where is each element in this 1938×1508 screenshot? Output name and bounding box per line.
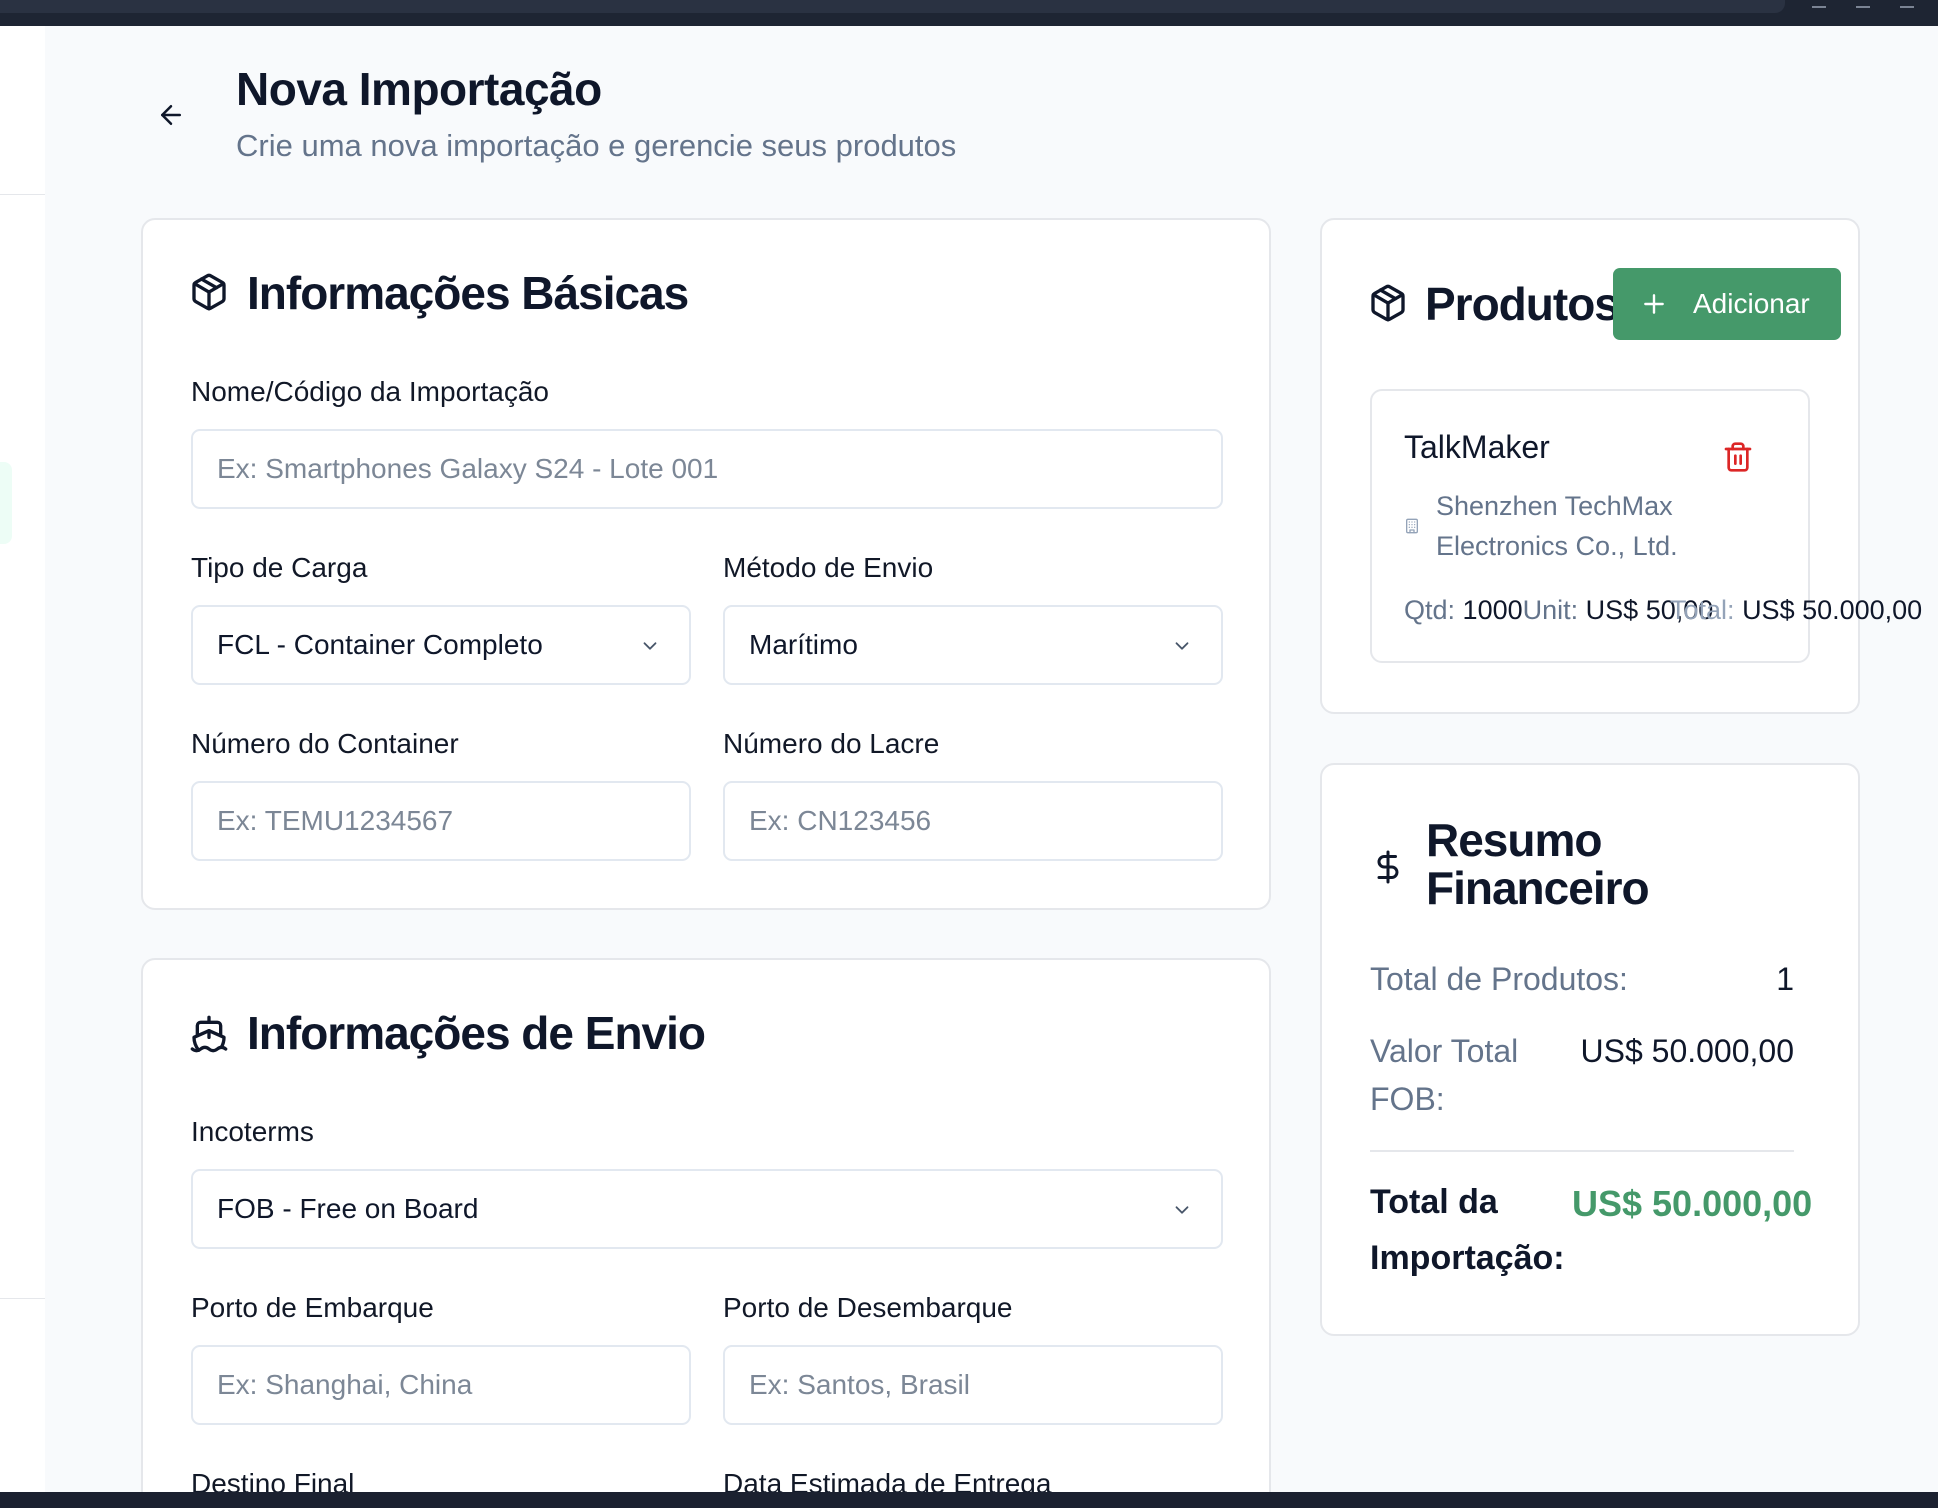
page-title: Nova Importação <box>236 63 602 115</box>
plus-icon <box>1644 294 1664 314</box>
summary-title-line1: Resumo <box>1426 814 1602 866</box>
import-total-value: US$ 50.000,00 <box>1572 1183 1813 1224</box>
import-total-label-line1: Total da <box>1370 1183 1498 1221</box>
summary-card: Resumo Financeiro Total de Produtos: 1 V… <box>1320 763 1860 1336</box>
total-products-value: 1 <box>1776 961 1794 997</box>
trash-icon[interactable] <box>1722 441 1754 473</box>
import-name-label: Nome/Código da Importação <box>191 376 549 407</box>
package-icon <box>1371 284 1405 322</box>
total-products-label: Total de Produtos: <box>1370 961 1628 997</box>
chevron-down-icon <box>1175 1206 1189 1214</box>
total-label: Total: <box>1670 595 1735 625</box>
window-top-bar <box>0 0 1938 26</box>
cargo-type-select[interactable]: FCL - Container Completo <box>191 605 691 685</box>
add-product-button[interactable]: Adicionar <box>1613 268 1841 340</box>
fob-total-label-line2: FOB: <box>1370 1081 1445 1117</box>
seal-number-label: Número do Lacre <box>723 728 940 759</box>
sidebar-divider <box>0 194 45 195</box>
product-meta-row: Qtd: 1000Unit: US$ 50,00 <box>1404 595 1713 626</box>
container-number-label: Número do Container <box>191 728 459 759</box>
ship-icon <box>190 1015 228 1053</box>
chevron-down-icon <box>643 642 657 650</box>
product-total-row: Total: US$ 50.000,00 <box>1670 595 1922 626</box>
container-number-input[interactable] <box>191 781 691 861</box>
window-control-icon[interactable] <box>1856 0 1870 8</box>
import-total-label-line2: Importação: <box>1370 1239 1565 1277</box>
page-subtitle: Crie uma nova importação e gerencie seus… <box>236 128 957 163</box>
qty-value: 1000 <box>1462 595 1523 625</box>
sidebar-active-item[interactable] <box>0 462 12 544</box>
summary-divider <box>1370 1150 1794 1152</box>
window-control-icon[interactable] <box>1900 0 1914 8</box>
total-value: US$ 50.000,00 <box>1742 595 1923 625</box>
qty-label: Qtd: <box>1404 595 1456 625</box>
shipping-method-value: Marítimo <box>749 629 858 660</box>
incoterms-select[interactable]: FOB - Free on Board <box>191 1169 1223 1249</box>
shipping-method-label: Método de Envio <box>723 552 934 583</box>
shipping-info-title: Informações de Envio <box>247 1007 706 1059</box>
cargo-type-label: Tipo de Carga <box>191 552 368 583</box>
sidebar-divider <box>0 1298 45 1299</box>
unit-label: Unit: <box>1522 595 1579 625</box>
shipping-method-select[interactable]: Marítimo <box>723 605 1223 685</box>
product-name: TalkMaker <box>1404 429 1550 465</box>
incoterms-value: FOB - Free on Board <box>217 1193 479 1224</box>
fob-total-value: US$ 50.000,00 <box>1580 1033 1795 1069</box>
sidebar <box>0 26 45 1492</box>
destination-port-label: Porto de Desembarque <box>723 1292 1013 1323</box>
summary-title-line2: Financeiro <box>1426 862 1650 914</box>
chevron-down-icon <box>1175 642 1189 650</box>
product-item[interactable]: TalkMaker Shenzhen TechMax Electronics C… <box>1370 389 1922 663</box>
destination-port-input[interactable] <box>723 1345 1223 1425</box>
fob-total-label-line1: Valor Total <box>1370 1033 1519 1069</box>
basic-info-title: Informações Básicas <box>247 267 689 319</box>
incoterms-label: Incoterms <box>191 1116 314 1147</box>
supplier-name-line1: Shenzhen TechMax <box>1436 491 1673 521</box>
back-button[interactable] <box>152 96 190 134</box>
origin-port-label: Porto de Embarque <box>191 1292 434 1323</box>
cargo-type-value: FCL - Container Completo <box>217 629 543 660</box>
arrow-left-icon <box>161 105 181 125</box>
shipping-info-card: Informações de Envio Incoterms FOB - Fre… <box>141 958 1271 1508</box>
basic-info-card: Informações Básicas Nome/Código da Impor… <box>141 218 1271 910</box>
import-name-input[interactable] <box>191 429 1223 509</box>
dollar-icon <box>1377 850 1399 884</box>
supplier-name-line2: Electronics Co., Ltd. <box>1436 531 1678 561</box>
seal-number-input[interactable] <box>723 781 1223 861</box>
building-icon <box>1406 518 1418 534</box>
add-product-label: Adicionar <box>1693 288 1810 319</box>
origin-port-input[interactable] <box>191 1345 691 1425</box>
window-control-icon[interactable] <box>1812 0 1826 8</box>
browser-tab-strip <box>0 0 1785 13</box>
products-title: Produtos <box>1425 278 1620 330</box>
window-bottom-bar <box>0 1492 1938 1508</box>
package-icon <box>192 273 226 311</box>
